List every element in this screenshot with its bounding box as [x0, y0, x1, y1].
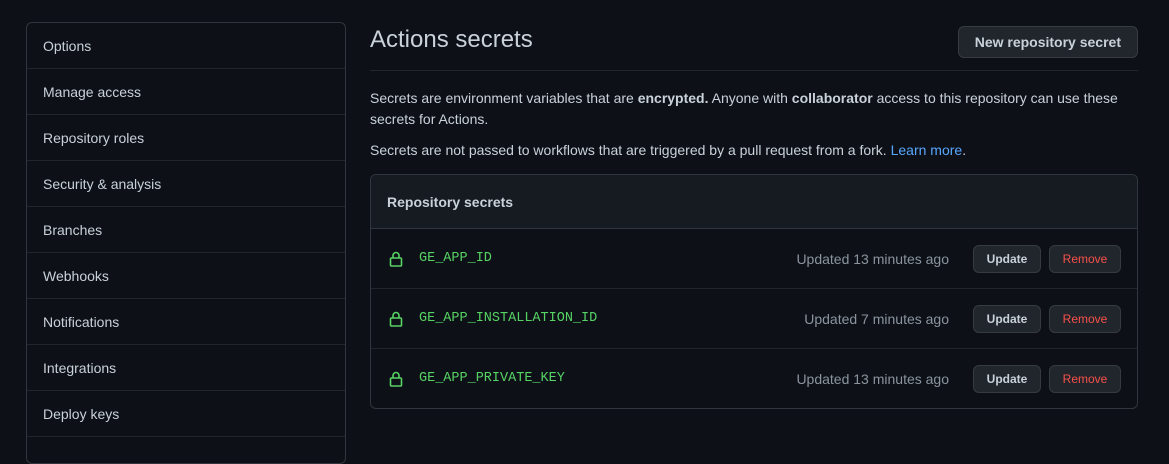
remove-secret-button[interactable]: Remove — [1049, 364, 1121, 393]
secret-row: GE_APP_PRIVATE_KEY Updated 13 minutes ag… — [371, 349, 1137, 408]
secret-row: GE_APP_INSTALLATION_ID Updated 7 minutes… — [371, 289, 1137, 349]
learn-more-link[interactable]: Learn more — [891, 142, 963, 158]
lock-icon — [389, 371, 403, 387]
lock-icon — [389, 311, 403, 327]
description: Secrets are environment variables that a… — [370, 88, 1138, 161]
sidebar-item-branches[interactable]: Branches — [27, 207, 345, 253]
secret-updated-time: Updated 7 minutes ago — [804, 310, 949, 327]
description-encryption: Secrets are environment variables that a… — [370, 90, 1118, 127]
settings-sidebar: Options Manage access Repository roles S… — [26, 22, 346, 464]
update-secret-button[interactable]: Update — [973, 304, 1041, 333]
secret-updated-time: Updated 13 minutes ago — [796, 370, 949, 387]
secret-name: GE_APP_PRIVATE_KEY — [419, 371, 565, 386]
repository-secrets-box: Repository secrets GE_APP_ID Updated 13 … — [370, 174, 1138, 409]
sidebar-item-notifications[interactable]: Notifications — [27, 299, 345, 345]
new-repository-secret-button[interactable]: New repository secret — [957, 26, 1138, 58]
lock-icon — [389, 251, 403, 267]
sidebar-item-options[interactable]: Options — [27, 23, 345, 69]
page-header: Actions secrets New repository secret — [370, 22, 1138, 71]
sidebar-item-webhooks[interactable]: Webhooks — [27, 253, 345, 299]
secret-name: GE_APP_INSTALLATION_ID — [419, 311, 598, 326]
repository-secrets-header: Repository secrets — [371, 175, 1137, 229]
sidebar-item-integrations[interactable]: Integrations — [27, 345, 345, 391]
page-title: Actions secrets — [370, 26, 533, 53]
sidebar-item-deploy-keys[interactable]: Deploy keys — [27, 391, 345, 437]
main-content: Actions secrets New repository secret Se… — [370, 22, 1138, 409]
secret-updated-time: Updated 13 minutes ago — [796, 250, 949, 267]
sidebar-item-manage-access[interactable]: Manage access — [27, 69, 345, 115]
secret-name: GE_APP_ID — [419, 251, 492, 266]
update-secret-button[interactable]: Update — [973, 364, 1041, 393]
remove-secret-button[interactable]: Remove — [1049, 304, 1121, 333]
update-secret-button[interactable]: Update — [973, 244, 1041, 273]
sidebar-item-security-analysis[interactable]: Security & analysis — [27, 161, 345, 207]
sidebar-item-repository-roles[interactable]: Repository roles — [27, 115, 345, 161]
description-fork-notice: Secrets are not passed to workflows that… — [370, 142, 967, 158]
secret-row: GE_APP_ID Updated 13 minutes ago Update … — [371, 229, 1137, 289]
remove-secret-button[interactable]: Remove — [1049, 244, 1121, 273]
